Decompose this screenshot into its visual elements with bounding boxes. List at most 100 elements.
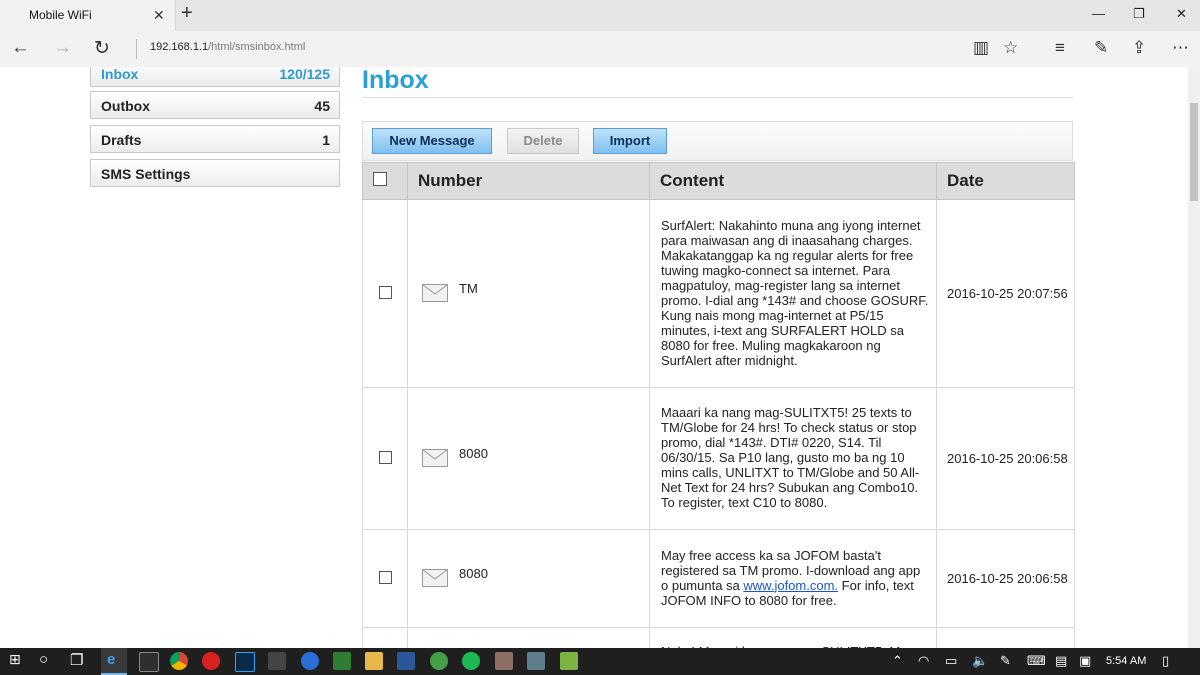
- pen-icon[interactable]: ✎: [1000, 653, 1011, 669]
- number-column-header[interactable]: Number: [407, 162, 650, 200]
- edge-browser-icon[interactable]: e: [107, 651, 115, 668]
- select-all-cell: [362, 162, 408, 200]
- url-field[interactable]: 192.168.1.1/html/smsinbox.html: [150, 41, 305, 53]
- wifi-icon[interactable]: ◠: [918, 653, 929, 669]
- app-icon[interactable]: [560, 652, 578, 670]
- message-date: 2016-10-25 20:07:56: [936, 199, 1075, 388]
- sidebar-item-label: Drafts: [101, 132, 142, 148]
- battery-icon[interactable]: ▭: [945, 653, 957, 669]
- language-icon[interactable]: ▤: [1055, 653, 1067, 669]
- vertical-scrollbar[interactable]: [1188, 67, 1200, 648]
- action-center-icon[interactable]: ▯: [1162, 653, 1169, 669]
- row-select-cell: [362, 199, 408, 388]
- sender-number: TM: [459, 280, 478, 296]
- show-hidden-icons[interactable]: ⌃: [892, 653, 903, 669]
- store-icon[interactable]: [139, 652, 159, 672]
- sidebar-item-label: Inbox: [101, 67, 139, 82]
- envelope-icon: [422, 568, 448, 587]
- jofom-link[interactable]: www.jofom.com.: [743, 578, 838, 593]
- web-note-icon[interactable]: ✎: [1094, 38, 1108, 58]
- delete-button[interactable]: Delete: [507, 128, 579, 154]
- new-tab-icon[interactable]: +: [181, 2, 193, 25]
- table-row[interactable]: 8080 May free access ka sa JOFOM basta't…: [362, 529, 1075, 628]
- number-cell: TM: [407, 199, 650, 388]
- page-viewport: Inbox 120/125 Outbox 45 Drafts 1 SMS Set…: [0, 67, 1188, 648]
- task-view-icon[interactable]: ❐: [70, 651, 83, 669]
- sidebar-item-sms-settings[interactable]: SMS Settings: [90, 159, 340, 187]
- app-icon[interactable]: [430, 652, 448, 670]
- favorite-star-icon[interactable]: ☆: [1003, 38, 1018, 58]
- chrome-icon[interactable]: [170, 652, 188, 670]
- message-date: [936, 627, 1075, 648]
- photo-icon[interactable]: ▣: [1079, 653, 1091, 669]
- browser-tab-bar: Mobile WiFi ✕ + — ❐ ✕: [0, 0, 1200, 31]
- sidebar-item-drafts[interactable]: Drafts 1: [90, 125, 340, 153]
- tab-title: Mobile WiFi: [29, 8, 92, 22]
- date-column-header[interactable]: Date: [936, 162, 1075, 200]
- sidebar-item-outbox[interactable]: Outbox 45: [90, 91, 340, 119]
- number-cell: [407, 627, 650, 648]
- cortana-icon[interactable]: ○: [39, 651, 48, 668]
- message-date: 2016-10-25 20:06:58: [936, 529, 1075, 628]
- sidebar-item-count: 45: [314, 98, 330, 114]
- select-all-checkbox[interactable]: [373, 172, 387, 186]
- messages-table: Number Content Date TM SurfAlert: Nakahi…: [362, 162, 1075, 648]
- message-date: 2016-10-25 20:06:58: [936, 387, 1075, 530]
- table-header-row: Number Content Date: [362, 162, 1075, 200]
- sidebar-item-count: 120/125: [279, 67, 330, 82]
- more-icon[interactable]: ⋯: [1172, 38, 1189, 58]
- row-select-cell: [362, 529, 408, 628]
- message-content: SurfAlert: Nakahinto muna ang iyong inte…: [649, 199, 937, 388]
- address-bar-row: ← → ↻ 192.168.1.1/html/smsinbox.html ▥ ☆…: [0, 31, 1200, 68]
- import-button[interactable]: Import: [593, 128, 667, 154]
- row-select-cell: [362, 387, 408, 530]
- app-icon[interactable]: [333, 652, 351, 670]
- table-row[interactable]: Naku! Maaari ka nang mag-SULITXT5. Mag-r…: [362, 627, 1075, 648]
- scrollbar-thumb[interactable]: [1190, 103, 1198, 201]
- restore-icon[interactable]: ❐: [1133, 6, 1145, 22]
- number-cell: 8080: [407, 387, 650, 530]
- row-checkbox[interactable]: [378, 570, 392, 584]
- hub-icon[interactable]: ≡: [1055, 38, 1065, 58]
- row-checkbox[interactable]: [378, 285, 392, 299]
- content-column-header[interactable]: Content: [649, 162, 937, 200]
- sidebar-item-count: 1: [322, 132, 330, 148]
- app-icon[interactable]: [301, 652, 319, 670]
- url-host: 192.168.1.1: [150, 41, 209, 53]
- forward-icon[interactable]: →: [53, 37, 72, 59]
- browser-tab[interactable]: Mobile WiFi ✕: [0, 0, 176, 31]
- refresh-icon[interactable]: ↻: [94, 37, 110, 60]
- minimize-icon[interactable]: —: [1092, 6, 1105, 21]
- app-icon[interactable]: [268, 652, 286, 670]
- close-tab-icon[interactable]: ✕: [153, 7, 165, 24]
- file-explorer-icon[interactable]: [365, 652, 383, 670]
- spotify-icon[interactable]: [462, 652, 480, 670]
- close-window-icon[interactable]: ✕: [1176, 6, 1187, 22]
- app-icon[interactable]: [495, 652, 513, 670]
- volume-icon[interactable]: 🔈: [972, 653, 988, 669]
- sender-number: 8080: [459, 445, 488, 461]
- new-message-button[interactable]: New Message: [372, 128, 492, 154]
- sidebar-item-label: SMS Settings: [101, 166, 191, 182]
- message-content: Maaari ka nang mag-SULITXT5! 25 texts to…: [649, 387, 937, 530]
- number-cell: 8080: [407, 529, 650, 628]
- table-row[interactable]: 8080 Maaari ka nang mag-SULITXT5! 25 tex…: [362, 387, 1075, 530]
- app-icon[interactable]: [527, 652, 545, 670]
- share-icon[interactable]: ⇪: [1132, 38, 1146, 58]
- sidebar-item-inbox[interactable]: Inbox 120/125: [90, 67, 340, 87]
- url-path: /html/smsinbox.html: [208, 41, 306, 53]
- windows-start-icon[interactable]: ⊞: [9, 651, 21, 668]
- sender-number: 8080: [459, 565, 488, 581]
- reading-view-icon[interactable]: ▥: [973, 38, 989, 58]
- keyboard-icon[interactable]: ⌨: [1027, 653, 1046, 669]
- title-divider: [362, 97, 1073, 98]
- taskbar-clock[interactable]: 5:54 AM: [1106, 655, 1146, 667]
- back-icon[interactable]: ←: [11, 37, 30, 59]
- word-icon[interactable]: [397, 652, 415, 670]
- opera-icon[interactable]: [202, 652, 220, 670]
- windows-taskbar: ⊞ ○ ❐ e ⌃ ◠ ▭ 🔈 ✎ ⌨ ▤ ▣ 5:54 AM ▯: [0, 648, 1200, 675]
- row-select-cell: [362, 627, 408, 648]
- row-checkbox[interactable]: [378, 450, 392, 464]
- photoshop-icon[interactable]: [235, 652, 255, 672]
- table-row[interactable]: TM SurfAlert: Nakahinto muna ang iyong i…: [362, 199, 1075, 388]
